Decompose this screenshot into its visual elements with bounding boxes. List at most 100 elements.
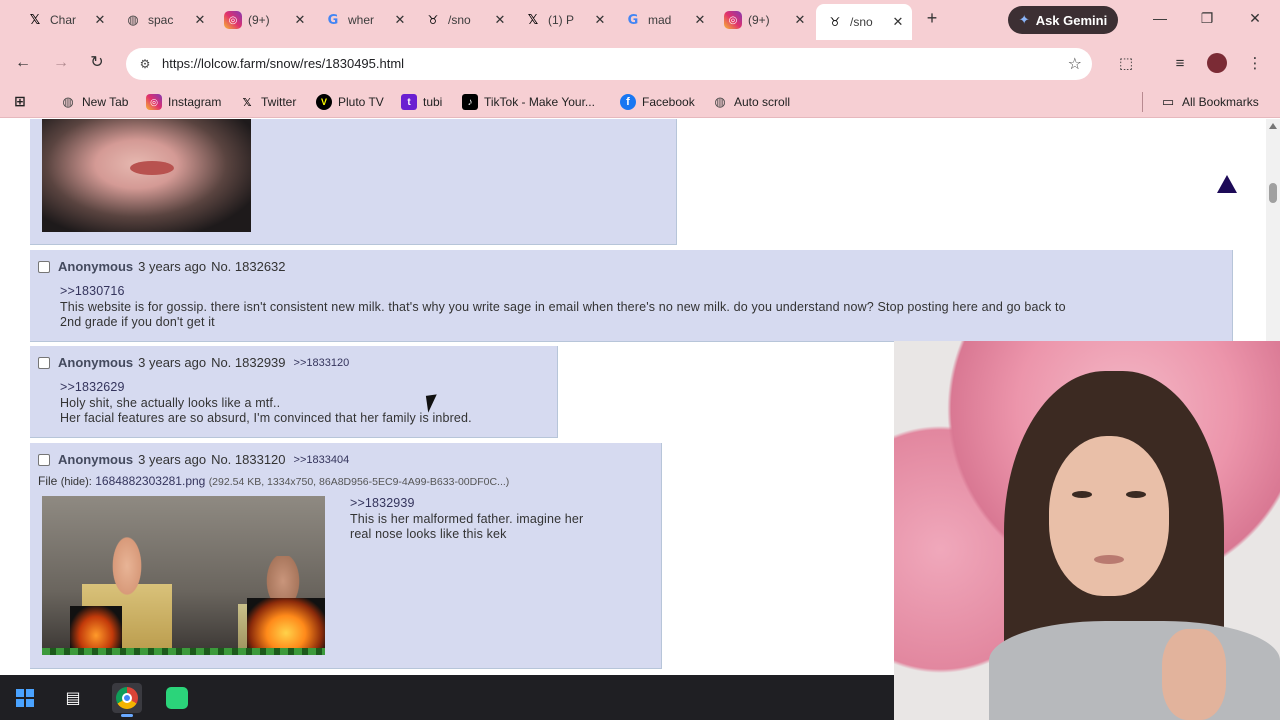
browser-tab[interactable]: ♉ /sno ✕	[414, 4, 514, 36]
bookmark-star-icon[interactable]: ☆	[1068, 54, 1082, 74]
bookmark-pluto-tv[interactable]: V Pluto TV	[316, 94, 384, 110]
bookmark-facebook[interactable]: f Facebook	[620, 94, 695, 110]
file-label: File	[38, 474, 58, 488]
ask-gemini-button[interactable]: ✦ Ask Gemini	[1008, 6, 1118, 34]
folder-icon: ▭	[1161, 94, 1175, 109]
new-tab-button[interactable]: +	[922, 8, 942, 32]
lolcow-icon: ♉	[829, 15, 841, 29]
webcam-person	[989, 621, 1280, 720]
scroll-to-top-arrow-icon[interactable]	[1217, 175, 1237, 193]
bookmark-twitter[interactable]: 𝕏 Twitter	[239, 94, 297, 110]
close-window-icon[interactable]: ✕	[1245, 10, 1265, 27]
post-time: 3 years ago	[138, 452, 207, 467]
file-metadata: (292.54 KB, 1334x750, 86A8D956-5EC9-4A99…	[208, 476, 510, 488]
browser-tab[interactable]: ◎ (9+) ✕	[214, 4, 314, 36]
bookmark-new-tab[interactable]: ◍ New Tab	[60, 94, 128, 110]
close-tab-icon[interactable]: ✕	[392, 12, 408, 28]
bookmark-label: Facebook	[642, 95, 695, 109]
browser-tab[interactable]: ◍ spac ✕	[114, 4, 214, 36]
quote-link[interactable]: >>1830716	[60, 284, 1066, 300]
bookmark-tubi[interactable]: t tubi	[401, 94, 442, 110]
post-intro: Anonymous 3 years ago No. 1832632	[38, 259, 286, 274]
quote-link[interactable]: >>1832629	[60, 380, 472, 396]
browser-tab[interactable]: ◎ (9+) ✕	[714, 4, 814, 36]
bookmark-label: tubi	[423, 95, 443, 109]
reply-backlink[interactable]: >>1833120	[294, 357, 350, 369]
bookmark-label: Auto scroll	[734, 95, 791, 109]
post-checkbox[interactable]	[38, 260, 50, 273]
apps-grid-icon[interactable]: ⊞	[12, 93, 28, 109]
post-checkbox[interactable]	[38, 453, 50, 466]
close-tab-icon[interactable]: ✕	[792, 12, 808, 28]
scroll-up-arrow-icon[interactable]	[1269, 123, 1277, 129]
x-icon: 𝕏	[29, 12, 41, 28]
media-control-icon[interactable]: ≡	[1168, 52, 1192, 76]
close-tab-icon[interactable]: ✕	[192, 12, 208, 28]
reload-icon[interactable]: ↻	[86, 52, 108, 74]
post-text-line: Holy shit, she actually looks like a mtf…	[60, 395, 281, 410]
facebook-icon: f	[620, 94, 636, 110]
site-info-icon[interactable]: ⚙	[136, 55, 154, 73]
browser-tab[interactable]: G wher ✕	[314, 4, 414, 36]
bookmark-label: Twitter	[261, 95, 297, 109]
browser-tab[interactable]: 𝕏 Char ✕	[16, 4, 114, 36]
windows-start-icon[interactable]	[10, 683, 40, 713]
hide-file-link[interactable]: (hide):	[61, 476, 92, 488]
google-icon: G	[327, 12, 339, 28]
url-text[interactable]: https://lolcow.farm/snow/res/1830495.htm…	[162, 56, 404, 71]
mouse-cursor-icon	[425, 394, 440, 413]
post-image-thumbnail[interactable]	[42, 496, 325, 655]
webcam-person	[1094, 555, 1124, 564]
post-image-thumbnail[interactable]	[42, 119, 251, 232]
post-text-line: This website is for gossip. there isn't …	[60, 299, 1066, 314]
globe-icon: ◍	[62, 94, 74, 109]
thumbnail-detail	[247, 598, 325, 648]
scrollbar-thumb[interactable]	[1269, 183, 1277, 203]
browser-tab-active[interactable]: ♉ /sno ✕	[816, 4, 912, 40]
tiktok-icon: ♪	[462, 94, 478, 110]
back-arrow-icon[interactable]: ←	[12, 52, 34, 74]
poster-name: Anonymous	[58, 259, 134, 274]
all-bookmarks-button[interactable]: ▭ All Bookmarks	[1160, 94, 1259, 110]
post-checkbox[interactable]	[38, 356, 50, 369]
post-number[interactable]: No. 1832939	[211, 355, 285, 370]
minimize-icon[interactable]: —	[1150, 10, 1170, 26]
bookmark-label: Instagram	[168, 95, 222, 109]
pluto-tv-icon: V	[316, 94, 332, 110]
poster-name: Anonymous	[58, 452, 134, 467]
bookmark-auto-scroll[interactable]: ◍ Auto scroll	[712, 94, 790, 110]
profile-avatar[interactable]	[1207, 53, 1227, 73]
close-tab-icon[interactable]: ✕	[92, 12, 108, 28]
close-tab-icon[interactable]: ✕	[692, 12, 708, 28]
file-name-link[interactable]: 1684882303281.png	[95, 474, 205, 488]
menu-kebab-icon[interactable]: ⋮	[1243, 52, 1267, 76]
post-number[interactable]: No. 1833120	[211, 452, 285, 467]
post-previous	[30, 119, 677, 245]
tab-title: (9+)	[748, 13, 770, 27]
post-text-line: This is her malformed father. imagine he…	[350, 511, 584, 526]
tab-title: (9+)	[248, 13, 270, 27]
extensions-icon[interactable]: ⬚	[1114, 52, 1138, 76]
close-tab-icon[interactable]: ✕	[292, 12, 308, 28]
thumbnail-detail	[42, 648, 325, 655]
post-time: 3 years ago	[138, 259, 207, 274]
browser-tab[interactable]: G mad ✕	[614, 4, 714, 36]
restore-icon[interactable]: ❐	[1197, 10, 1217, 27]
reply-backlink[interactable]: >>1833404	[294, 454, 350, 466]
green-app-icon[interactable]	[162, 683, 192, 713]
bookmark-tiktok[interactable]: ♪ TikTok - Make Your...	[462, 94, 595, 110]
webcam-overlay	[894, 341, 1280, 720]
bookmark-instagram[interactable]: ◎ Instagram	[146, 94, 221, 110]
address-bar[interactable]: ⚙ https://lolcow.farm/snow/res/1830495.h…	[126, 48, 1092, 80]
close-tab-icon[interactable]: ✕	[890, 14, 906, 30]
quote-link[interactable]: >>1832939	[350, 496, 583, 512]
forward-arrow-icon[interactable]: →	[50, 52, 72, 74]
tab-title: spac	[148, 13, 174, 27]
task-view-icon[interactable]: ▤	[58, 683, 88, 713]
gemini-sparkle-icon: ✦	[1018, 12, 1030, 27]
post-number[interactable]: No. 1832632	[211, 259, 285, 274]
browser-tab[interactable]: 𝕏 (1) P ✕	[514, 4, 614, 36]
close-tab-icon[interactable]: ✕	[492, 12, 508, 28]
close-tab-icon[interactable]: ✕	[592, 12, 608, 28]
chrome-taskbar-icon[interactable]	[112, 683, 142, 717]
